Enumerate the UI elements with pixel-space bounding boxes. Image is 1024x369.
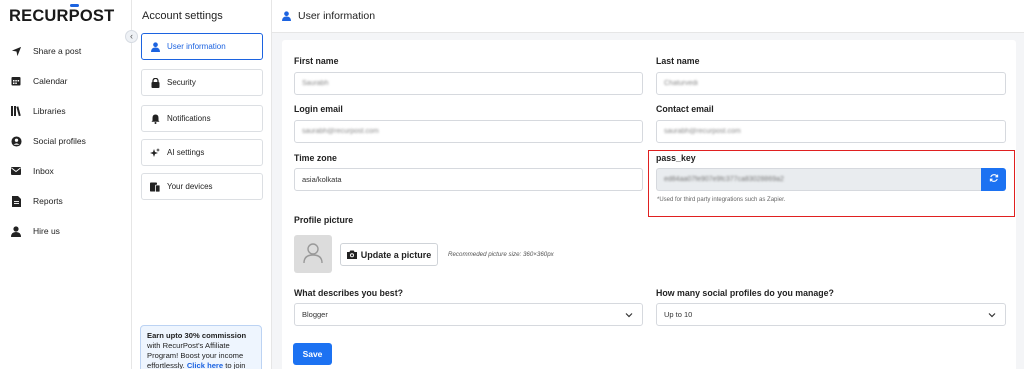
first-name-label: First name: [294, 56, 339, 66]
camera-icon: [346, 250, 357, 260]
nav-item-label: Hire us: [33, 226, 60, 236]
settings-item-label: AI settings: [167, 148, 205, 157]
settings-item-your-devices[interactable]: Your devices: [141, 173, 263, 200]
chevron-down-icon: [987, 310, 997, 320]
settings-item-user-information[interactable]: User information: [141, 33, 263, 60]
nav-item-label: Inbox: [33, 166, 54, 176]
nav-item-label: Social profiles: [33, 136, 86, 146]
bell-icon: [149, 113, 161, 125]
user-icon: [149, 41, 161, 53]
login-email-value: saurabh@recurpost.com: [302, 128, 379, 135]
account-settings-menu: Account settings User information Securi…: [132, 0, 272, 369]
last-name-field[interactable]: Chaturvedi: [656, 72, 1006, 95]
describes-label: What describes you best?: [294, 288, 404, 298]
profile-picture-label: Profile picture: [294, 215, 354, 225]
left-navigation: RECURPOST Share a post Calendar Librarie…: [0, 0, 132, 369]
settings-item-label: Your devices: [167, 182, 213, 191]
nav-item-label: Share a post: [33, 46, 82, 56]
save-button[interactable]: Save: [293, 343, 332, 365]
regenerate-pass-key-button[interactable]: [981, 168, 1006, 191]
settings-menu-title: Account settings: [142, 10, 223, 22]
recurpost-logo[interactable]: RECURPOST: [9, 4, 114, 26]
page-header: User information: [272, 0, 1024, 33]
contact-email-value: saurabh@recurpost.com: [664, 128, 741, 135]
first-name-value: Saurabh: [302, 80, 329, 87]
contact-email-label: Contact email: [656, 104, 714, 114]
contact-email-field[interactable]: saurabh@recurpost.com: [656, 120, 1006, 143]
update-picture-label: Update a picture: [360, 249, 432, 260]
settings-item-label: User information: [167, 42, 226, 51]
nav-item-libraries[interactable]: Libraries: [10, 103, 66, 119]
inbox-icon: [10, 165, 22, 177]
nav-item-reports[interactable]: Reports: [10, 193, 63, 209]
nav-item-calendar[interactable]: Calendar: [10, 73, 68, 89]
time-zone-label: Time zone: [294, 153, 337, 163]
settings-item-label: Security: [167, 78, 196, 87]
update-picture-button[interactable]: Update a picture: [340, 243, 438, 266]
settings-item-notifications[interactable]: Notifications: [141, 105, 263, 132]
user-circle-icon: [10, 135, 22, 147]
time-zone-field[interactable]: asia/kolkata: [294, 168, 643, 191]
avatar: [294, 235, 332, 273]
lock-icon: [149, 77, 161, 89]
person-placeholder-icon: [302, 242, 324, 267]
login-email-field[interactable]: saurabh@recurpost.com: [294, 120, 643, 143]
calendar-icon: [10, 75, 22, 87]
report-icon: [10, 195, 22, 207]
promo-join-link[interactable]: Click here: [187, 361, 223, 369]
last-name-label: Last name: [656, 56, 700, 66]
refresh-icon: [989, 173, 999, 186]
nav-item-share-a-post[interactable]: Share a post: [10, 43, 81, 59]
pass-key-value: ed84aa07fe907e9fc377ca83028869a2: [664, 176, 784, 183]
profiles-count-value: Up to 10: [664, 310, 693, 319]
nav-item-hire-us[interactable]: Hire us: [10, 223, 60, 239]
collapse-sidebar-button[interactable]: ‹: [125, 30, 138, 43]
library-icon: [10, 105, 22, 117]
nav-item-inbox[interactable]: Inbox: [10, 163, 54, 179]
affiliate-promo-banner: Earn upto 30% commission with RecurPost'…: [140, 325, 262, 369]
person-icon: [10, 225, 22, 237]
last-name-value: Chaturvedi: [664, 80, 698, 87]
nav-item-label: Libraries: [33, 106, 66, 116]
chevron-down-icon: [624, 310, 634, 320]
pass-key-field[interactable]: ed84aa07fe907e9fc377ca83028869a2: [656, 168, 981, 191]
send-icon: [10, 45, 22, 57]
page-title: User information: [298, 10, 376, 22]
nav-item-label: Reports: [33, 196, 63, 206]
pass-key-label: pass_key: [656, 153, 696, 163]
nav-item-social-profiles[interactable]: Social profiles: [10, 133, 86, 149]
sparkle-icon: [149, 147, 161, 159]
profiles-count-select[interactable]: Up to 10: [656, 303, 1006, 326]
first-name-field[interactable]: Saurabh: [294, 72, 643, 95]
settings-item-security[interactable]: Security: [141, 69, 263, 96]
settings-item-label: Notifications: [167, 114, 211, 123]
user-icon: [282, 11, 292, 21]
settings-item-ai-settings[interactable]: AI settings: [141, 139, 263, 166]
pass-key-note: *Used for third party integrations such …: [657, 197, 786, 203]
time-zone-value: asia/kolkata: [302, 175, 342, 184]
describes-value: Blogger: [302, 310, 328, 319]
nav-item-label: Calendar: [33, 76, 68, 86]
promo-tail: to join: [223, 361, 246, 369]
picture-size-hint: Recommeded picture size: 360×360px: [448, 251, 554, 258]
login-email-label: Login email: [294, 104, 343, 114]
describes-select[interactable]: Blogger: [294, 303, 643, 326]
promo-heading: Earn upto 30% commission: [147, 331, 247, 340]
devices-icon: [149, 181, 161, 193]
profiles-count-label: How many social profiles do you manage?: [656, 288, 834, 298]
